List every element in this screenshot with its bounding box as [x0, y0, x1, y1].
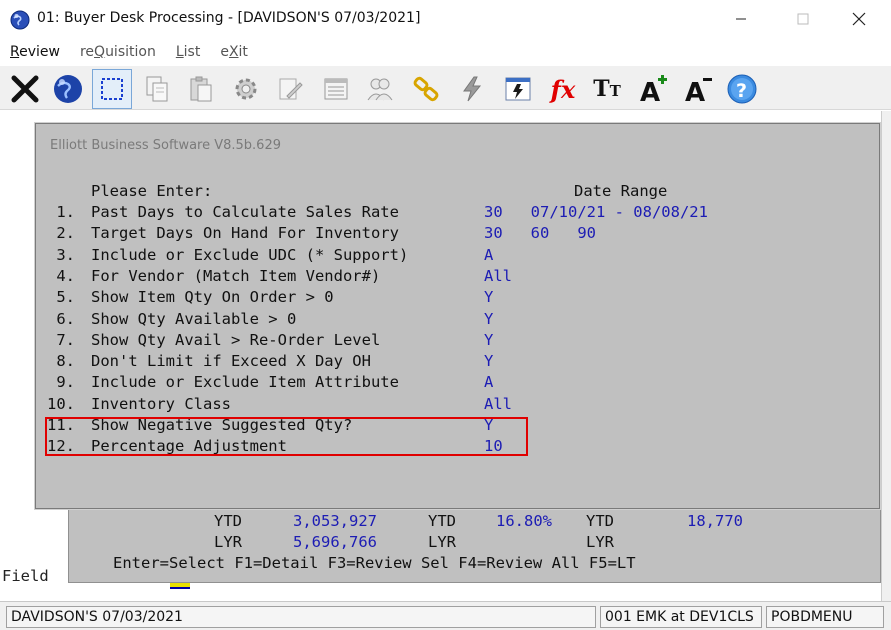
lyr-label: LYR: [214, 533, 242, 551]
globe-icon[interactable]: [48, 69, 88, 109]
param-label[interactable]: Inventory Class: [91, 395, 231, 413]
status-bar: DAVIDSON'S 07/03/2021 001 EMK at DEV1CLS…: [0, 601, 891, 630]
dialog-title: Elliott Business Software V8.5b.629: [50, 138, 281, 153]
svg-text:A: A: [685, 78, 705, 105]
link-icon[interactable]: [406, 69, 446, 109]
param-value[interactable]: Y: [484, 331, 493, 349]
param-value[interactable]: Y: [484, 352, 493, 370]
ytd-label-3: YTD: [586, 512, 614, 530]
param-number: 1.: [47, 203, 75, 221]
field-label: Field: [2, 567, 49, 585]
ytd-qty-value: 18,770: [687, 512, 743, 530]
font-size-icon[interactable]: TT: [587, 69, 627, 109]
menu-bar: Review reQuisition List eXit: [0, 40, 891, 64]
param-number: 5.: [47, 288, 75, 306]
param-value[interactable]: Y: [484, 310, 493, 328]
menu-list[interactable]: List: [176, 44, 201, 60]
ytd-label-2: YTD: [428, 512, 456, 530]
svg-text:?: ?: [736, 80, 747, 102]
ytd-sales-value: 3,053,927: [293, 512, 377, 530]
status-company: DAVIDSON'S 07/03/2021: [6, 606, 596, 628]
param-number: 4.: [47, 267, 75, 285]
param-number: 8.: [47, 352, 75, 370]
lyr-label-2: LYR: [428, 533, 456, 551]
param-number: 10.: [47, 395, 75, 413]
close-x-icon[interactable]: [5, 69, 45, 109]
param-label[interactable]: For Vendor (Match Item Vendor#): [91, 267, 380, 285]
menu-exit[interactable]: eXit: [220, 44, 248, 60]
param-label[interactable]: Show Qty Available > 0: [91, 310, 296, 328]
close-button[interactable]: [836, 0, 882, 38]
param-number: 7.: [47, 331, 75, 349]
title-bar: 01: Buyer Desk Processing - [DAVIDSON'S …: [0, 0, 891, 40]
param-value[interactable]: All: [484, 395, 512, 413]
lightning-icon[interactable]: [452, 69, 492, 109]
edit-icon[interactable]: [270, 69, 310, 109]
status-program: POBDMENU: [766, 606, 884, 628]
menu-review[interactable]: Review: [10, 44, 60, 60]
font-decrease-icon[interactable]: A: [678, 69, 718, 109]
param-number: 3.: [47, 246, 75, 264]
help-icon[interactable]: ?: [722, 69, 762, 109]
copy-icon[interactable]: [137, 69, 177, 109]
param-value[interactable]: 30 07/10/21 - 08/08/21: [484, 203, 708, 221]
globe-app-icon: [10, 10, 30, 30]
list-icon[interactable]: [316, 69, 356, 109]
svg-text:A: A: [640, 78, 660, 105]
please-enter-heading: Please Enter:: [91, 182, 213, 200]
font-increase-icon[interactable]: A: [633, 69, 673, 109]
param-number: 9.: [47, 373, 75, 391]
paste-icon[interactable]: [181, 69, 221, 109]
status-user: 001 EMK at DEV1CLS: [600, 606, 762, 628]
menu-requisition[interactable]: reQuisition: [80, 44, 156, 60]
param-number: 6.: [47, 310, 75, 328]
param-value[interactable]: Y: [484, 288, 493, 306]
users-icon[interactable]: [360, 69, 400, 109]
function-keys-hint: Enter=Select F1=Detail F3=Review Sel F4=…: [113, 554, 636, 572]
ytd-pct-value: 16.80%: [496, 512, 552, 530]
field-cursor-marker: [170, 583, 190, 589]
param-label[interactable]: Include or Exclude UDC (* Support): [91, 246, 408, 264]
param-label[interactable]: Past Days to Calculate Sales Rate: [91, 203, 399, 221]
param-number: 2.: [47, 224, 75, 242]
param-label[interactable]: Show Qty Avail > Re-Order Level: [91, 331, 380, 349]
param-label[interactable]: Show Item Qty On Order > 0: [91, 288, 334, 306]
param-value[interactable]: 30 60 90: [484, 224, 596, 242]
window-title: 01: Buyer Desk Processing - [DAVIDSON'S …: [37, 10, 421, 26]
scrollbar-edge[interactable]: [881, 111, 891, 601]
select-rect-icon[interactable]: [92, 69, 132, 109]
minimize-button[interactable]: [718, 0, 764, 38]
param-label[interactable]: Don't Limit if Exceed X Day OH: [91, 352, 371, 370]
param-value[interactable]: All: [484, 267, 512, 285]
toolbar: fx TT A A ?: [0, 66, 891, 110]
fx-function-icon[interactable]: fx: [543, 69, 583, 109]
ytd-label: YTD: [214, 512, 242, 530]
date-range-header: Date Range: [574, 182, 668, 200]
lyr-label-3: LYR: [586, 533, 614, 551]
param-label[interactable]: Include or Exclude Item Attribute: [91, 373, 399, 391]
spreadsheet-icon[interactable]: [498, 69, 538, 109]
param-value[interactable]: A: [484, 246, 493, 264]
param-label[interactable]: Target Days On Hand For Inventory: [91, 224, 399, 242]
maximize-button[interactable]: [780, 0, 826, 38]
param-value[interactable]: A: [484, 373, 493, 391]
lyr-sales-value: 5,696,766: [293, 533, 377, 551]
highlight-box: [45, 417, 528, 456]
settings-gear-icon[interactable]: [226, 69, 266, 109]
